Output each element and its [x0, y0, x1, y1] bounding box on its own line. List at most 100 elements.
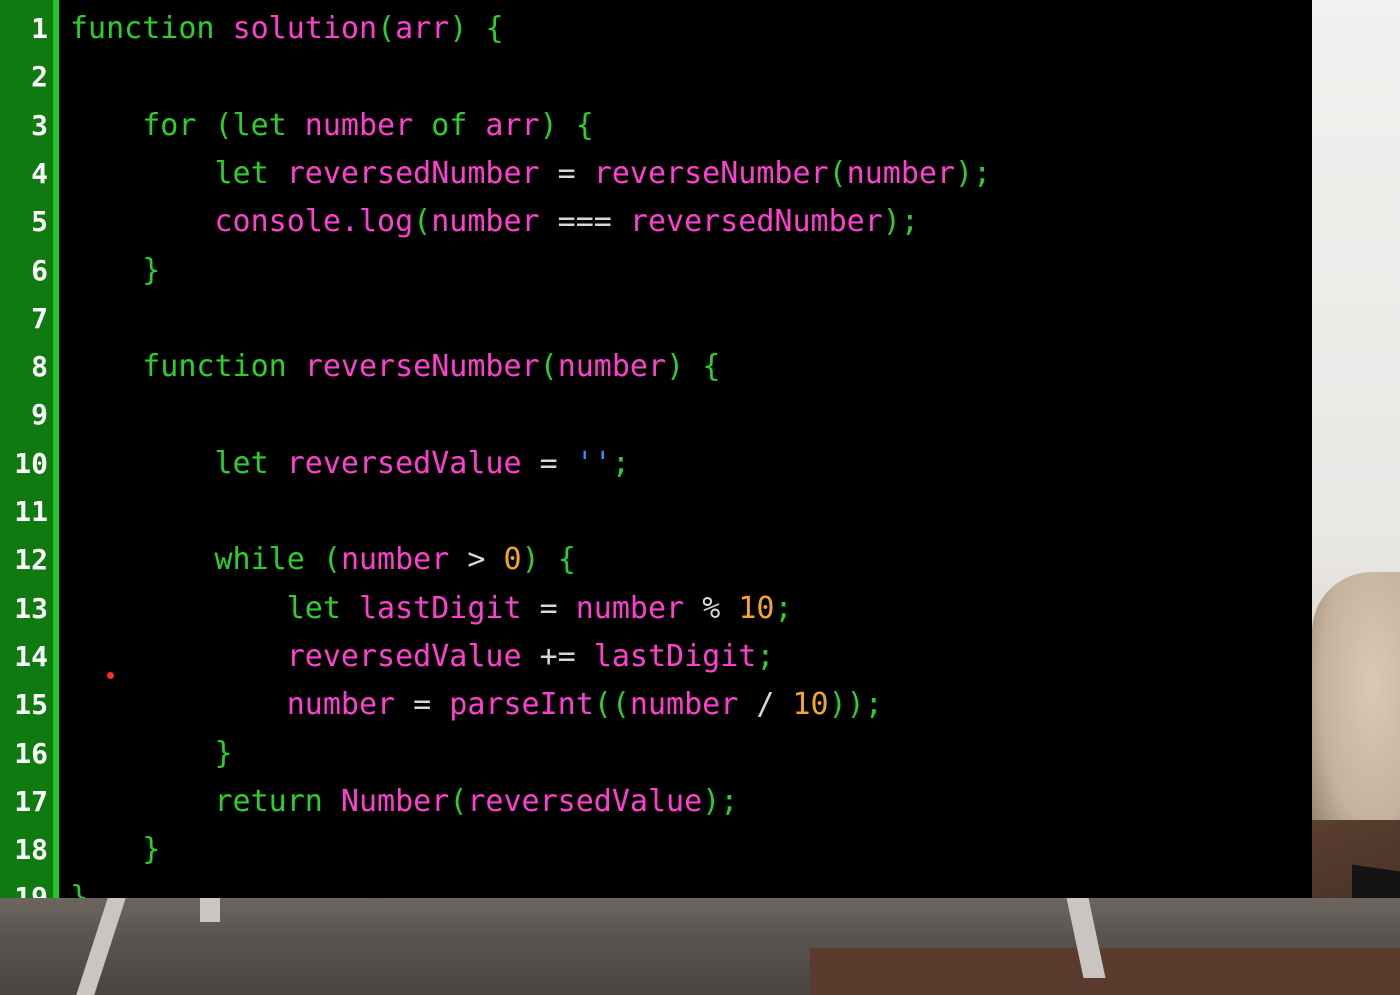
- code-line[interactable]: 15 number = parseInt((number / 10));: [0, 681, 1312, 729]
- line-number: 2: [31, 60, 48, 94]
- code-token: number: [286, 107, 432, 143]
- code-text: let lastDigit = number % 10;: [70, 585, 793, 633]
- code-text: for (let number of arr) {: [70, 102, 594, 150]
- code-token: );: [702, 783, 739, 819]
- line-number: 8: [31, 350, 48, 384]
- code-token: function: [70, 11, 215, 46]
- code-token: ===: [557, 204, 612, 240]
- code-token: ));: [828, 687, 883, 723]
- code-token: Number: [322, 783, 450, 819]
- code-token: ): [521, 542, 540, 578]
- line-number: 9: [31, 398, 48, 432]
- line-number: 3: [31, 108, 48, 142]
- code-token: arr: [467, 107, 540, 143]
- code-token: %: [702, 590, 721, 626]
- code-text: }: [70, 247, 160, 295]
- code-token: +=: [539, 638, 576, 674]
- code-token: =: [539, 590, 558, 626]
- code-line[interactable]: 7: [0, 295, 1312, 343]
- code-token: number: [846, 155, 956, 191]
- code-token: let: [286, 590, 341, 626]
- code-token: 0: [503, 542, 522, 578]
- line-number: 1: [31, 12, 48, 45]
- code-token: console.log: [70, 204, 414, 240]
- code-token: reversedNumber: [268, 155, 558, 191]
- background-person: [1312, 572, 1400, 852]
- code-line[interactable]: 8 function reverseNumber(number) {: [0, 343, 1312, 391]
- code-line[interactable]: 6 }: [0, 247, 1312, 295]
- code-token: number: [557, 590, 703, 626]
- code-text: let reversedNumber = reverseNumber(numbe…: [70, 150, 992, 198]
- code-token: }: [214, 735, 233, 771]
- code-line[interactable]: 4 let reversedNumber = reverseNumber(num…: [0, 150, 1312, 198]
- code-line[interactable]: 13 let lastDigit = number % 10;: [0, 585, 1312, 633]
- code-token: for: [142, 107, 197, 143]
- code-token: (: [377, 11, 396, 46]
- code-line[interactable]: 9: [0, 391, 1312, 439]
- code-text: let reversedValue = '';: [70, 440, 630, 488]
- cursor-dot: [107, 672, 114, 679]
- code-token: function: [142, 349, 287, 385]
- code-token: ((: [593, 687, 630, 723]
- code-token: ): [666, 349, 685, 385]
- code-token: =: [413, 687, 432, 723]
- code-token: 10: [738, 590, 775, 626]
- code-editor[interactable]: 1 function solution(arr) {2 3 for (let num…: [0, 0, 1312, 898]
- code-token: lastDigit: [340, 590, 540, 626]
- code-token: }: [70, 880, 89, 898]
- code-line[interactable]: 1 function solution(arr) {: [0, 5, 1312, 53]
- code-token: }: [142, 832, 161, 868]
- code-line[interactable]: 16 }: [0, 730, 1312, 778]
- code-token: of: [431, 107, 468, 143]
- code-line[interactable]: 12 while (number > 0) {: [0, 536, 1312, 584]
- code-text: while (number > 0) {: [70, 536, 576, 584]
- code-token: while: [214, 542, 305, 578]
- code-line[interactable]: 14 reversedValue += lastDigit;: [0, 633, 1312, 681]
- code-token: number: [629, 687, 757, 723]
- code-line[interactable]: 11: [0, 488, 1312, 536]
- code-token: number: [340, 542, 468, 578]
- code-token: (: [322, 542, 341, 578]
- code-token: '': [575, 445, 612, 481]
- code-line[interactable]: 18 }: [0, 826, 1312, 874]
- code-line[interactable]: 10 let reversedValue = '';: [0, 440, 1312, 488]
- code-line[interactable]: 5 console.log(number === reversedNumber)…: [0, 198, 1312, 246]
- background-table: [810, 948, 1400, 995]
- code-token: (: [413, 204, 432, 240]
- code-line[interactable]: 3 for (let number of arr) {: [0, 102, 1312, 150]
- code-text: console.log(number === reversedNumber);: [70, 198, 918, 246]
- code-line[interactable]: 19}: [0, 874, 1312, 898]
- code-token: (: [539, 349, 558, 385]
- code-token: reversedNumber: [611, 204, 883, 240]
- line-number: 15: [14, 688, 48, 722]
- code-token: {: [702, 349, 721, 385]
- code-text: number = parseInt((number / 10));: [70, 681, 883, 729]
- code-token: }: [142, 252, 161, 288]
- code-text: return Number(reversedValue);: [70, 778, 739, 826]
- code-token: =: [557, 155, 576, 191]
- code-line[interactable]: 2: [0, 53, 1312, 101]
- code-token: ): [449, 11, 468, 46]
- code-token: let: [232, 107, 287, 143]
- code-token: ): [539, 107, 558, 143]
- line-number: 5: [31, 205, 48, 239]
- code-text: }: [70, 730, 233, 778]
- code-line[interactable]: 17 return Number(reversedValue);: [0, 778, 1312, 826]
- line-number: 7: [31, 301, 48, 335]
